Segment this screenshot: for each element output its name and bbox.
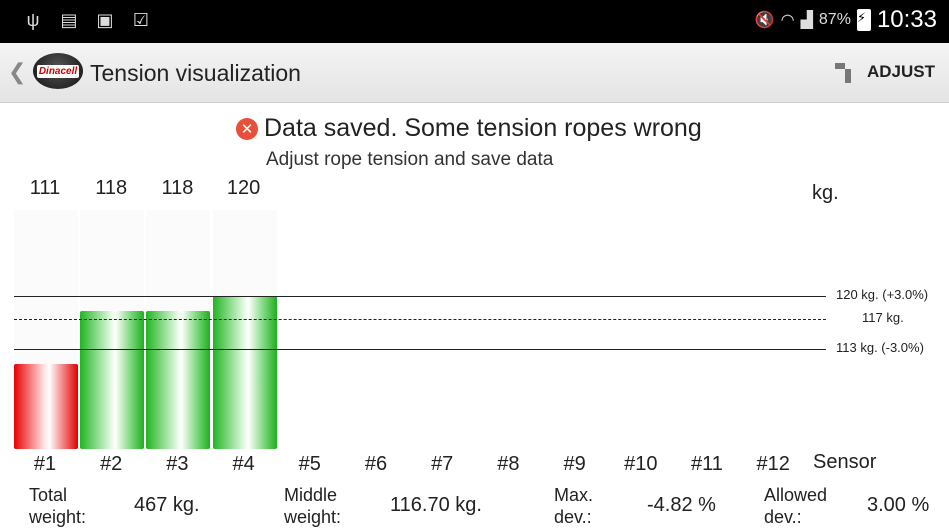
sensor-tick-label: #7 [431, 453, 454, 475]
middle-weight-value: 116.70 kg. [390, 494, 482, 516]
mute-icon: 🔇 [754, 12, 775, 29]
sensor-tick-label: #8 [497, 453, 520, 475]
system-icons: 🔇 ◠ ▟ 87% 10:33 [755, 6, 937, 34]
sensor-axis-label: Sensor [813, 451, 877, 473]
middle-weight-label: Middle weight: [284, 485, 342, 527]
sensor-tick-label: #3 [166, 453, 189, 475]
page-title: Tension visualization [90, 60, 301, 86]
bar-value-label: 118 [161, 177, 194, 199]
sensor-tick-label: #11 [691, 453, 723, 475]
image-icon: ▣ [96, 9, 114, 30]
adjust-label: ADJUST [866, 62, 935, 81]
max-dev-value: -4.82 % [647, 494, 716, 516]
reference-line [14, 296, 826, 297]
back-chevron-icon[interactable]: ❮ [8, 59, 26, 85]
clipboard-check-icon: ☑ [132, 9, 150, 30]
battery-icon [856, 9, 871, 31]
status-message: ✕ Data saved. Some tension ropes wrong [236, 114, 702, 143]
notification-icons: ψ ▤ ▣ ☑ [22, 9, 152, 31]
error-icon: ✕ [236, 117, 258, 140]
sim-missing-icon: ▤ [60, 9, 78, 30]
app-logo[interactable]: Dinacell [33, 53, 83, 89]
sensor-tick-label: #2 [100, 453, 123, 475]
bar-value-label: 111 [29, 177, 61, 199]
bar-sensor-1 [14, 364, 78, 449]
sensor-tick-label: #5 [298, 453, 321, 475]
unit-label: kg. [812, 182, 839, 204]
reference-line-label: 117 kg. [862, 309, 904, 325]
bar-value-label: 120 [226, 177, 261, 199]
sensor-tick-label: #4 [232, 453, 255, 475]
bar-sensor-3 [146, 311, 211, 449]
wifi-icon: ◠ [780, 12, 795, 29]
sensor-tick-label: #6 [364, 453, 388, 475]
signal-icon: ▟ [800, 12, 813, 29]
adjust-icon [833, 59, 859, 85]
reference-line-label: 120 kg. (+3.0%) [836, 287, 929, 302]
sensor-tick-label: #1 [33, 453, 57, 475]
sensor-tick-label: #9 [563, 453, 586, 475]
bar-sensor-2 [80, 311, 145, 449]
battery-percent: 87% [818, 11, 851, 28]
total-weight-value: 467 kg. [134, 494, 200, 516]
reference-line [14, 318, 826, 320]
usb-icon: ψ [26, 9, 40, 30]
reference-line [14, 349, 826, 350]
sensor-tick-label: #10 [624, 453, 658, 475]
bar-value-label: 118 [95, 177, 128, 199]
status-bar: ψ ▤ ▣ ☑ 🔇 ◠ ▟ 87% 10:33 [0, 0, 949, 43]
status-message-subtitle: Adjust rope tension and save data [266, 149, 554, 170]
clock: 10:33 [876, 6, 937, 33]
adjust-button[interactable]: ADJUST [833, 59, 935, 85]
reference-line-label: 113 kg. (-3.0%) [836, 340, 924, 355]
allowed-dev-label: Allowed dev.: [764, 485, 828, 527]
status-message-title: Data saved. Some tension ropes wrong [264, 114, 702, 142]
logo-text: Dinacell [36, 64, 80, 78]
action-bar: ❮ Dinacell Tension visualization ADJUST [0, 43, 949, 103]
max-dev-label: Max. dev.: [554, 485, 594, 527]
sensor-tick-label: #12 [756, 453, 790, 475]
allowed-dev-value: 3.00 % [867, 494, 930, 516]
total-weight-label: Total weight: [29, 485, 87, 527]
